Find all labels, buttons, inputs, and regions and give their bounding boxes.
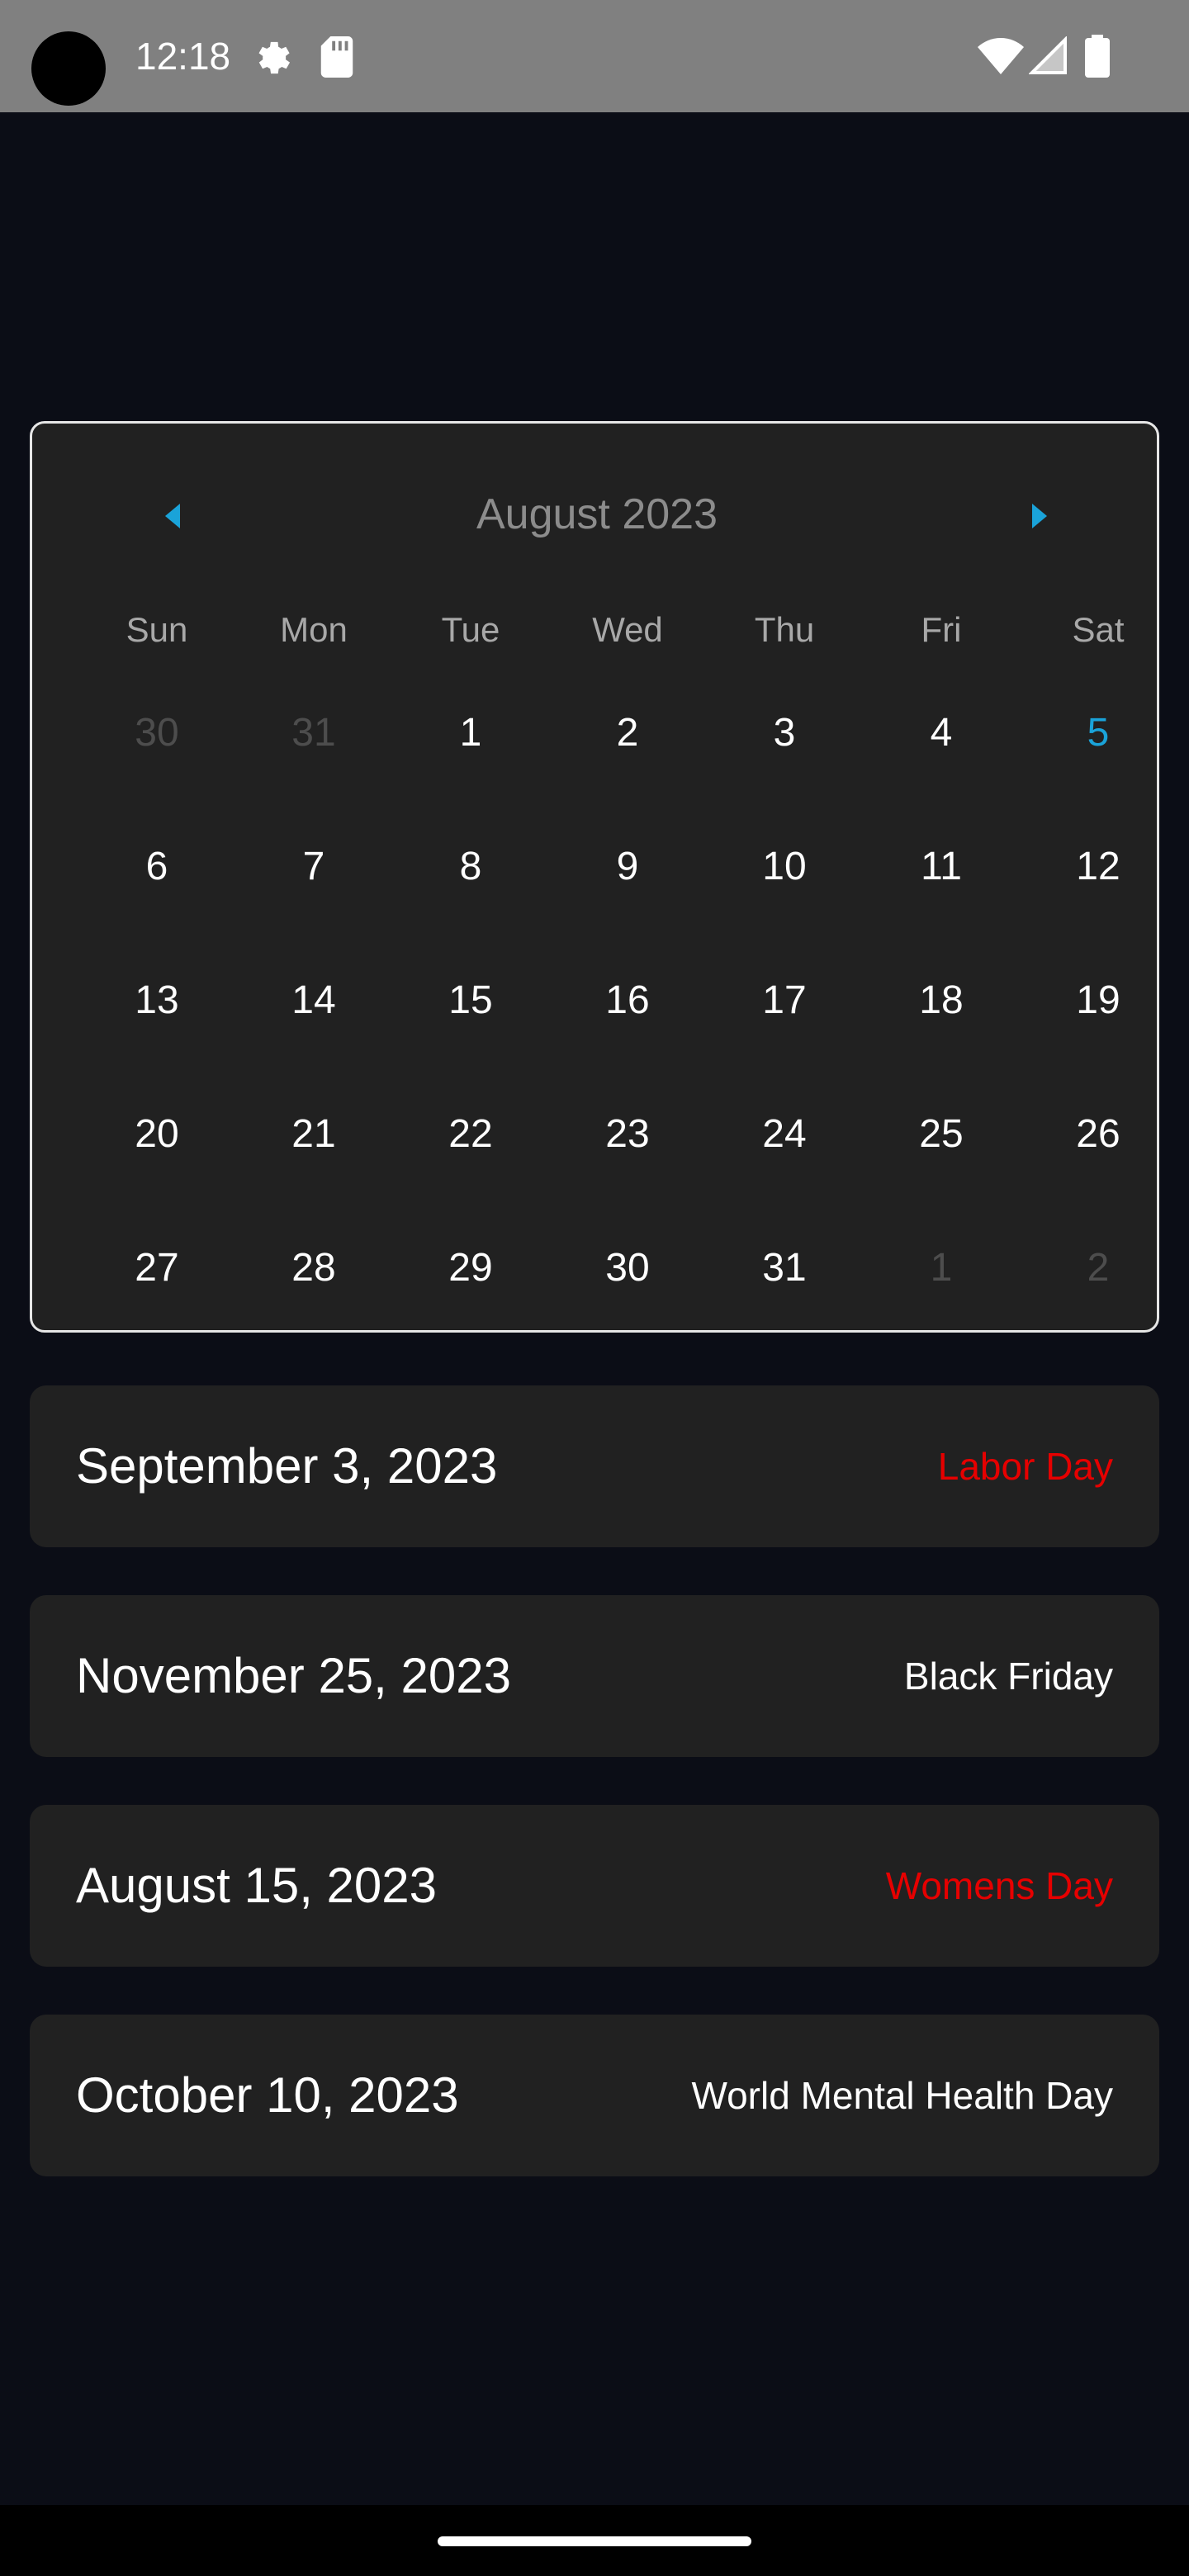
day-cell[interactable]: 16 xyxy=(549,955,706,1046)
day-cell[interactable]: 28 xyxy=(235,1223,392,1314)
day-cell[interactable]: 2 xyxy=(1020,1223,1177,1314)
screen: 12:18 August 2023 Sun Mon Tue Wed Thu Fr… xyxy=(0,0,1189,2576)
day-cell[interactable]: 1 xyxy=(392,688,549,779)
weekday-label: Thu xyxy=(754,610,815,649)
holiday-date: November 25, 2023 xyxy=(76,1648,511,1703)
month-title[interactable]: August 2023 xyxy=(329,481,865,547)
gear-icon xyxy=(258,41,291,74)
status-time: 12:18 xyxy=(135,35,231,78)
weekday-label: Tue xyxy=(441,610,500,649)
weekday-label: Sun xyxy=(126,610,188,649)
day-cell[interactable]: 12 xyxy=(1020,822,1177,912)
day-cell[interactable]: 10 xyxy=(706,822,863,912)
weekday-label: Fri xyxy=(921,610,962,649)
day-cell[interactable]: 25 xyxy=(863,1089,1020,1180)
day-cell[interactable]: 31 xyxy=(706,1223,863,1314)
holiday-item[interactable]: October 10, 2023 World Mental Health Day xyxy=(30,2015,1159,2176)
weekday-label: Mon xyxy=(280,610,348,649)
day-cell[interactable]: 18 xyxy=(863,955,1020,1046)
holiday-name: World Mental Health Day xyxy=(691,2074,1113,2117)
day-cell[interactable]: 20 xyxy=(78,1089,235,1180)
day-cell[interactable]: 6 xyxy=(78,822,235,912)
day-cell[interactable]: 11 xyxy=(863,822,1020,912)
day-cell[interactable]: 17 xyxy=(706,955,863,1046)
status-bar: 12:18 xyxy=(0,0,1189,112)
day-cell[interactable]: 15 xyxy=(392,955,549,1046)
holiday-item[interactable]: August 15, 2023 Womens Day xyxy=(30,1805,1159,1967)
day-cell[interactable]: 19 xyxy=(1020,955,1177,1046)
day-cell[interactable]: 13 xyxy=(78,955,235,1046)
weekday-header: Sun Mon Tue Wed Thu Fri Sat xyxy=(32,597,1162,663)
holiday-name: Black Friday xyxy=(903,1655,1113,1698)
day-cell[interactable]: 7 xyxy=(235,822,392,912)
day-cell[interactable]: 23 xyxy=(549,1089,706,1180)
chevron-left-icon xyxy=(165,504,180,528)
holiday-date: October 10, 2023 xyxy=(76,2067,459,2123)
home-indicator[interactable] xyxy=(438,2536,751,2546)
signal-icon xyxy=(1029,36,1067,74)
day-cell[interactable]: 9 xyxy=(549,822,706,912)
sd-card-icon xyxy=(320,36,353,78)
chevron-right-icon xyxy=(1032,504,1047,528)
holiday-item[interactable]: September 3, 2023 Labor Day xyxy=(30,1385,1159,1547)
day-cell[interactable]: 26 xyxy=(1020,1089,1177,1180)
prev-month-button[interactable] xyxy=(123,476,222,556)
calendar-card: August 2023 Sun Mon Tue Wed Thu Fri Sat 30 31 1 2… xyxy=(30,421,1159,1333)
next-month-button[interactable] xyxy=(990,476,1089,556)
day-cell[interactable]: 30 xyxy=(549,1223,706,1314)
navigation-bar xyxy=(0,2505,1189,2576)
holiday-date: September 3, 2023 xyxy=(76,1438,498,1494)
day-cell[interactable]: 22 xyxy=(392,1089,549,1180)
day-cell[interactable]: 27 xyxy=(78,1223,235,1314)
holiday-item[interactable]: November 25, 2023 Black Friday xyxy=(30,1595,1159,1757)
camera-hole xyxy=(31,31,106,106)
day-cell[interactable]: 31 xyxy=(235,688,392,779)
weekday-label: Wed xyxy=(592,610,663,649)
day-cell-today[interactable]: 5 xyxy=(1020,688,1177,779)
day-cell[interactable]: 24 xyxy=(706,1089,863,1180)
day-cell[interactable]: 8 xyxy=(392,822,549,912)
weekday-label: Sat xyxy=(1072,610,1125,649)
day-cell[interactable]: 2 xyxy=(549,688,706,779)
day-cell[interactable]: 3 xyxy=(706,688,863,779)
holiday-date: August 15, 2023 xyxy=(76,1858,438,1913)
wifi-icon xyxy=(978,38,1024,74)
day-cell[interactable]: 4 xyxy=(863,688,1020,779)
day-cell[interactable]: 30 xyxy=(78,688,235,779)
holiday-name: Labor Day xyxy=(937,1445,1113,1488)
day-cell[interactable]: 29 xyxy=(392,1223,549,1314)
day-cell[interactable]: 1 xyxy=(863,1223,1020,1314)
holiday-name: Womens Day xyxy=(885,1864,1113,1907)
day-cell[interactable]: 21 xyxy=(235,1089,392,1180)
day-cell[interactable]: 14 xyxy=(235,955,392,1046)
battery-icon xyxy=(1085,35,1110,78)
